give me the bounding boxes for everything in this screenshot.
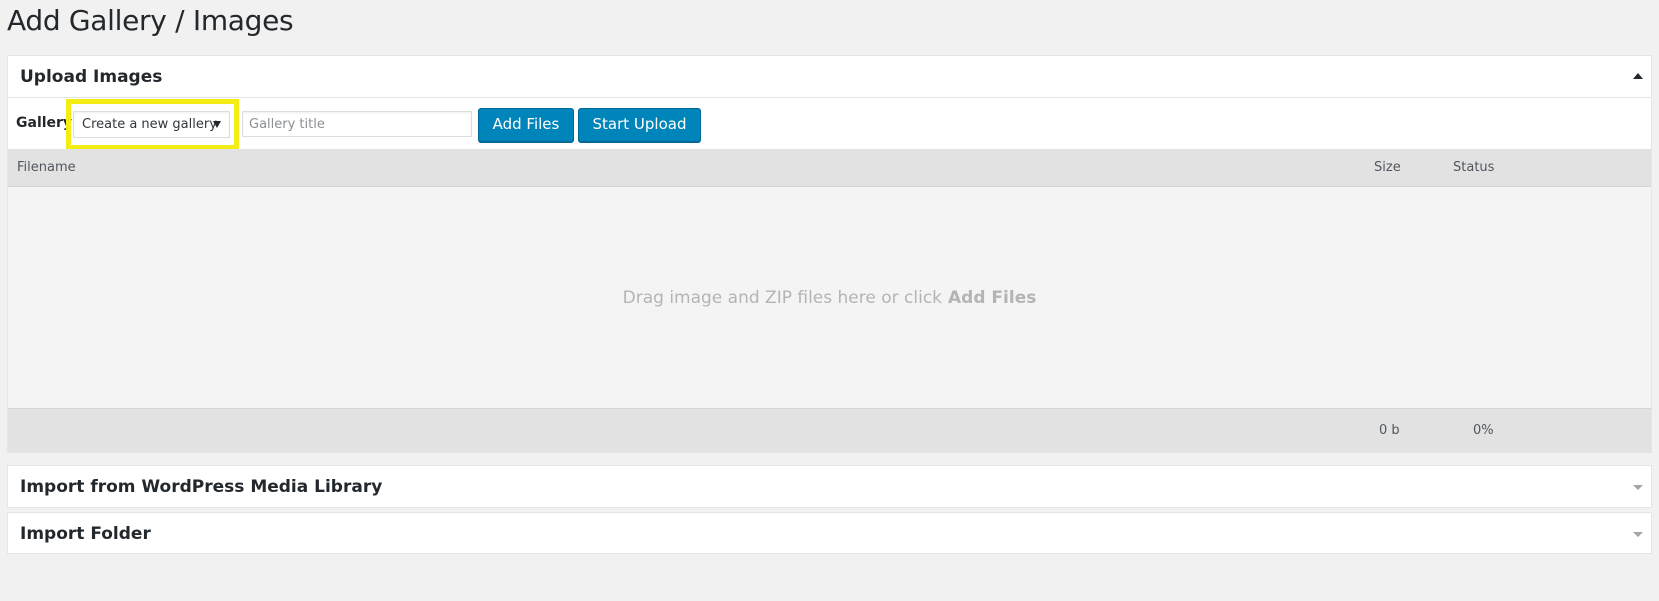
expand-arrow-icon[interactable] (1633, 532, 1643, 537)
drop-zone-message: Drag image and ZIP files here or click (622, 287, 943, 308)
upload-images-panel: Upload Images Gallery Create a new galle… (7, 55, 1652, 453)
upload-images-title: Upload Images (20, 66, 163, 87)
upload-images-header[interactable]: Upload Images (8, 56, 1651, 98)
gallery-title-input[interactable] (242, 111, 472, 137)
gallery-select[interactable]: Create a new gallery (73, 111, 230, 138)
file-table-footer: 0 b 0% (8, 408, 1651, 452)
import-folder-panel[interactable]: Import Folder (7, 512, 1652, 554)
import-media-library-header[interactable]: Import from WordPress Media Library (8, 466, 1651, 508)
gallery-label: Gallery (16, 115, 73, 131)
import-folder-title: Import Folder (20, 524, 151, 544)
import-media-library-panel[interactable]: Import from WordPress Media Library (7, 465, 1652, 508)
page-title: Add Gallery / Images (7, 4, 294, 37)
column-header-filename: Filename (17, 160, 76, 175)
upload-toolbar: Gallery Create a new gallery Add Files S… (8, 98, 1651, 150)
import-folder-header[interactable]: Import Folder (8, 513, 1651, 555)
drop-zone-action-text: Add Files (948, 287, 1037, 308)
total-size: 0 b (1379, 423, 1400, 438)
expand-arrow-icon[interactable] (1633, 485, 1643, 490)
gallery-select-value: Create a new gallery (82, 117, 217, 132)
file-drop-zone[interactable]: Drag image and ZIP files here or click A… (8, 187, 1651, 408)
add-files-button[interactable]: Add Files (478, 108, 574, 142)
start-upload-button[interactable]: Start Upload (578, 108, 701, 142)
column-header-size: Size (1374, 160, 1401, 175)
total-progress: 0% (1473, 423, 1494, 438)
collapse-arrow-icon[interactable] (1633, 72, 1643, 79)
column-header-status: Status (1453, 160, 1495, 175)
dropdown-arrow-icon (213, 121, 221, 128)
file-table-header: Filename Size Status (8, 149, 1651, 187)
import-media-library-title: Import from WordPress Media Library (20, 477, 383, 497)
